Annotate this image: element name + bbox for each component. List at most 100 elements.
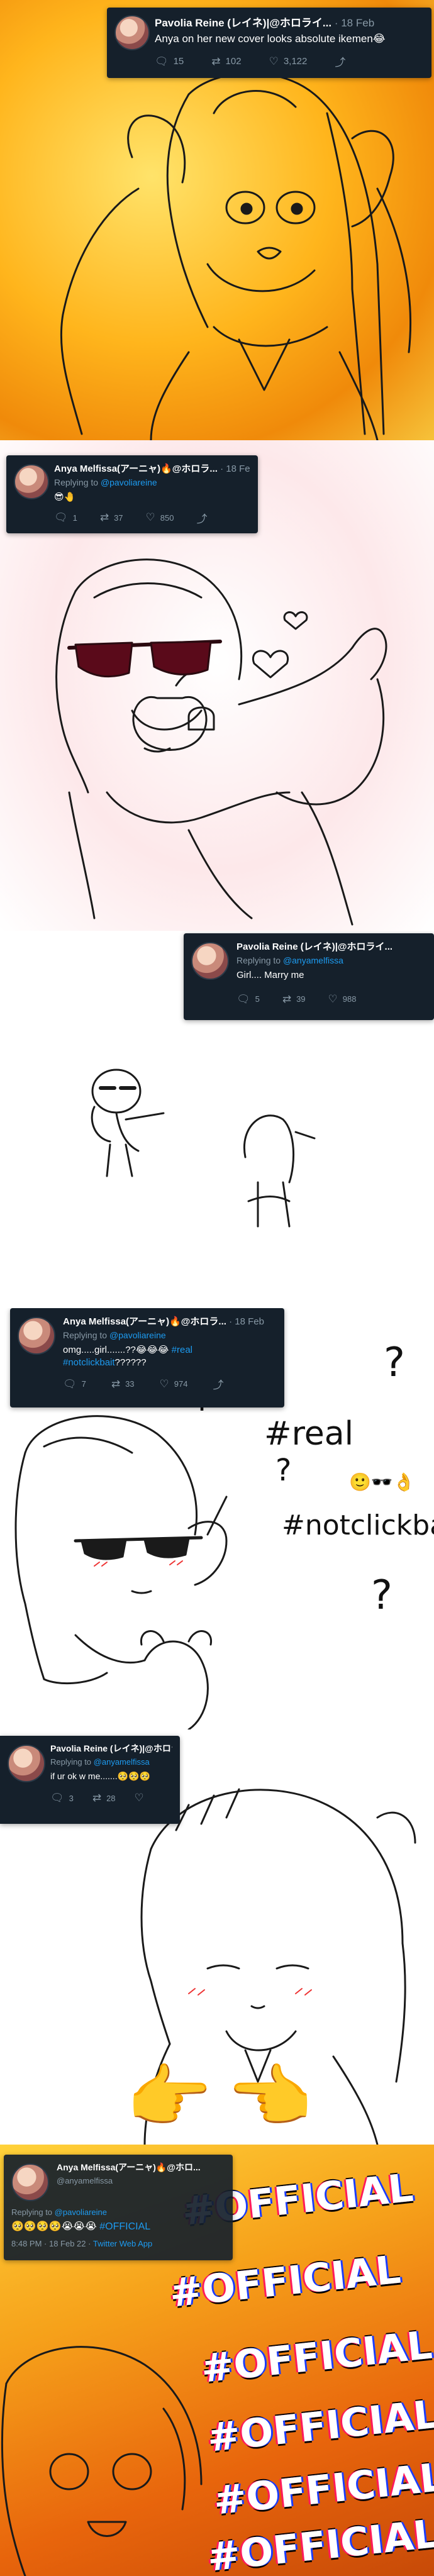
reply-prefix: Replying to [54, 477, 99, 487]
pointing-right-emoji: 👉 [126, 2058, 212, 2136]
reply-icon: 🗨 [50, 1792, 64, 1804]
reply-button[interactable]: 🗨 5 [236, 993, 260, 1006]
retweet-button[interactable]: ⇄ 33 [111, 1376, 135, 1392]
reply-context: Replying to @anyamelfissa [236, 955, 426, 965]
heart-icon: ♡ [134, 1792, 144, 1804]
pointing-left-emoji: 👈 [226, 2058, 313, 2136]
hashtag-link[interactable]: #notclickbait [63, 1357, 115, 1368]
tweet-actions: 🗨 15 ⇄ 102 ♡ 3,122 ⤴ [155, 53, 424, 69]
tweet-actions: 🗨 7 ⇄ 33 ♡ 974 ⤴ [63, 1376, 277, 1392]
retweet-button[interactable]: ⇄ 28 [92, 1792, 116, 1804]
reply-count: 15 [173, 56, 184, 67]
tweet-card[interactable]: Anya Melfissa(アーニャ)🔥@ホロラ... · 18 Feb Rep… [6, 455, 258, 533]
reply-handle-link[interactable]: @pavoliareine [55, 2207, 107, 2217]
reply-button[interactable]: 🗨 1 [54, 510, 77, 526]
retweet-button[interactable]: ⇄ 37 [100, 510, 123, 526]
reply-count: 7 [81, 1379, 86, 1389]
share-icon: ⤴ [213, 1379, 224, 1391]
share-button[interactable]: ⤴ [335, 53, 345, 69]
reply-context: Replying to @pavoliareine [11, 2207, 225, 2217]
tweet-date[interactable]: · 18 Feb [335, 17, 374, 29]
author-name[interactable]: Pavolia Reine (レイネ)|@ホロライ... [155, 17, 331, 29]
avatar[interactable] [114, 15, 150, 50]
reply-handle-link[interactable]: @pavoliareine [101, 477, 157, 487]
comic-panel-3: Pavolia Reine (レイネ)|@ホロライ... Replying to… [0, 931, 434, 1308]
tweet-text-tail: ?????? [114, 1357, 147, 1368]
retweet-count: 28 [106, 1793, 116, 1803]
tweet-meta: 8:48 PM · 18 Feb 22 · Twitter Web App [11, 2239, 225, 2248]
reply-context: Replying to @pavoliareine [54, 477, 250, 487]
tweet-text-plain: 🥺🥺🥺🥺😭😭😭 [11, 2221, 97, 2232]
reply-prefix: Replying to [63, 1330, 108, 1340]
tweet-actions: 🗨 5 ⇄ 39 ♡ 988 [236, 993, 426, 1006]
tweet-card[interactable]: Anya Melfissa(アーニャ)🔥@ホロ... @anyamelfissa… [4, 2155, 233, 2260]
handwritten-hashtag-real: #real [264, 1415, 354, 1453]
comic-panel-5: 👉 👈 Pavolia Reine (レイネ)|@ホロライ... Replyin… [0, 1729, 434, 2145]
tweet-text-plain: omg.....girl.......??😂😂😂 [63, 1345, 169, 1355]
reply-icon: 🗨 [54, 511, 68, 523]
like-button[interactable]: ♡ [135, 1792, 144, 1804]
avatar[interactable] [14, 464, 49, 499]
reply-handle-link[interactable]: @anyamelfissa [94, 1757, 150, 1767]
reply-icon: 🗨 [63, 1377, 77, 1390]
tweet-card[interactable]: Pavolia Reine (レイネ)|@ホロライ... Replying to… [184, 933, 434, 1020]
hashtag-link[interactable]: #OFFICIAL [99, 2221, 150, 2232]
tweet-card[interactable]: Pavolia Reine (レイネ)|@ホロライ... · 18 Feb An… [107, 8, 431, 78]
share-button[interactable]: ⤴ [213, 1376, 224, 1392]
author-handle[interactable]: @anyamelfissa [57, 2176, 225, 2185]
tweet-text: 😎🤚 [54, 492, 76, 502]
tweet-header: Anya Melfissa(アーニャ)🔥@ホロラ... · 18 Feb [54, 462, 250, 475]
heart-icon: ♡ [159, 1377, 169, 1390]
author-name[interactable]: Pavolia Reine (レイネ)|@ホロライ... [236, 941, 392, 952]
author-name[interactable]: Anya Melfissa(アーニャ)🔥@ホロラ... [54, 464, 218, 474]
reply-icon: 🗨 [236, 992, 250, 1005]
tweet-header: Pavolia Reine (レイネ)|@ホロライ... [50, 1742, 172, 1755]
retweet-icon: ⇄ [111, 1377, 121, 1390]
author-name[interactable]: Anya Melfissa(アーニャ)🔥@ホロラ... [63, 1316, 226, 1327]
like-button[interactable]: ♡ 850 [146, 510, 174, 526]
tweet-card[interactable]: Anya Melfissa(アーニャ)🔥@ホロラ... · 18 Feb Rep… [10, 1308, 284, 1407]
avatar[interactable] [8, 1745, 45, 1782]
like-button[interactable]: ♡ 3,122 [269, 53, 308, 69]
handwritten-question-mark: ? [275, 1453, 292, 1488]
retweet-count: 39 [296, 994, 306, 1004]
comic-panel-4: ? ? ? ? #real #notclickbait 🙂🕶️👌 Anya Me… [0, 1308, 434, 1729]
tweet-card[interactable]: Pavolia Reine (レイネ)|@ホロライ... Replying to… [0, 1736, 180, 1824]
reply-button[interactable]: 🗨 3 [50, 1792, 74, 1804]
tweet-header: Anya Melfissa(アーニャ)🔥@ホロ... [57, 2161, 225, 2174]
reply-handle-link[interactable]: @pavoliareine [109, 1330, 166, 1340]
share-icon: ⤴ [196, 513, 208, 525]
reply-button[interactable]: 🗨 7 [63, 1376, 86, 1392]
retweet-button[interactable]: ⇄ 39 [282, 993, 306, 1006]
retweet-icon: ⇄ [92, 1792, 102, 1804]
retweet-icon: ⇄ [211, 55, 221, 67]
retweet-button[interactable]: ⇄ 102 [211, 53, 241, 69]
reply-icon: 🗨 [155, 55, 169, 67]
like-button[interactable]: ♡ 988 [328, 993, 357, 1006]
author-name[interactable]: Anya Melfissa(アーニャ)🔥@ホロ... [57, 2162, 201, 2172]
avatar[interactable] [18, 1317, 55, 1355]
hashtag-link[interactable]: #real [172, 1345, 192, 1355]
handwritten-question-mark: ? [371, 1572, 392, 1619]
comic-panel-1: Pavolia Reine (レイネ)|@ホロライ... · 18 Feb An… [0, 0, 434, 440]
share-button[interactable]: ⤴ [197, 510, 208, 526]
tweet-header: Pavolia Reine (レイネ)|@ホロライ... · 18 Feb [155, 14, 424, 30]
like-count: 3,122 [283, 56, 308, 67]
emoji-row: 🙂🕶️👌 [349, 1472, 415, 1492]
avatar[interactable] [11, 2163, 49, 2201]
avatar[interactable] [191, 942, 229, 980]
tweet-source-app[interactable]: Twitter Web App [93, 2239, 152, 2248]
reply-context: Replying to @anyamelfissa [50, 1757, 172, 1767]
like-button[interactable]: ♡ 974 [160, 1376, 188, 1392]
heart-icon: ♡ [269, 55, 279, 67]
reply-button[interactable]: 🗨 15 [155, 53, 184, 69]
reply-count: 3 [69, 1793, 74, 1803]
tweet-header: Pavolia Reine (レイネ)|@ホロライ... [236, 940, 426, 953]
author-name[interactable]: Pavolia Reine (レイネ)|@ホロライ... [50, 1743, 172, 1753]
tweet-date[interactable]: · 18 Feb [229, 1316, 264, 1327]
tweet-timestamp[interactable]: 8:48 PM · 18 Feb 22 · [11, 2239, 93, 2248]
tweet-date[interactable]: · 18 Feb [220, 464, 250, 474]
tweet-header: Anya Melfissa(アーニャ)🔥@ホロラ... · 18 Feb [63, 1314, 277, 1328]
reply-handle-link[interactable]: @anyamelfissa [283, 955, 343, 965]
like-count: 850 [160, 513, 174, 523]
